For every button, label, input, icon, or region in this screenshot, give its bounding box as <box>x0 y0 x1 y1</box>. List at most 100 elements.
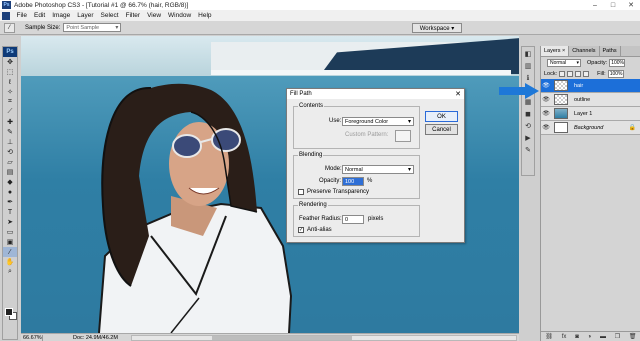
opacity-input[interactable]: 100 <box>342 177 364 186</box>
foreground-color-swatch[interactable] <box>5 308 13 316</box>
title-bar: Ps Adobe Photoshop CS3 - [Tutorial #1 @ … <box>0 0 640 10</box>
lasso-tool-icon[interactable]: ℓ <box>3 77 17 87</box>
new-layer-icon[interactable]: ❐ <box>615 333 620 340</box>
custom-pattern-picker[interactable] <box>395 130 411 142</box>
tab-layers[interactable]: Layers × <box>541 46 570 56</box>
slice-tool-icon[interactable]: ⟋ <box>3 107 17 117</box>
sample-size-select[interactable]: Point Sample <box>63 23 122 32</box>
blur-tool-icon[interactable]: ◆ <box>3 177 17 187</box>
tab-channels[interactable]: Channels <box>569 46 600 56</box>
minimize-button[interactable]: – <box>586 0 604 10</box>
lock-transparency-icon[interactable] <box>559 70 566 77</box>
styles-panel-icon[interactable]: ◼ <box>522 108 534 119</box>
new-group-icon[interactable]: ▬ <box>600 334 606 340</box>
zoom-tool-icon[interactable]: ⌕ <box>3 267 17 277</box>
toolbox: Ps ✥ ⬚ ℓ ✧ ⌗ ⟋ ✚ ✎ ⊥ ⟲ ▱ ▤ ◆ ● ✒ T ➤ ▭ ▣… <box>2 46 18 340</box>
layer-row-layer-1[interactable]: 👁 Layer 1 <box>541 107 640 121</box>
menu-select[interactable]: Select <box>97 12 122 19</box>
menu-window[interactable]: Window <box>165 12 195 19</box>
layer-row-hair[interactable]: 👁 hair <box>541 79 640 93</box>
adjustment-layer-icon[interactable]: ◑ <box>588 334 592 340</box>
eyedropper-tool-preset-icon[interactable]: ⁄ <box>4 22 15 33</box>
close-button[interactable]: ✕ <box>622 0 640 10</box>
panel-tabs: Layers × Channels Paths <box>541 46 640 57</box>
eraser-tool-icon[interactable]: ▱ <box>3 157 17 167</box>
navigator-panel-icon[interactable]: ◧ <box>522 48 534 59</box>
anti-alias-label: Anti-alias <box>307 227 332 233</box>
fill-input[interactable]: 100% <box>607 69 624 78</box>
gradient-tool-icon[interactable]: ▤ <box>3 167 17 177</box>
layer-style-icon[interactable]: fx <box>562 334 567 340</box>
healing-brush-tool-icon[interactable]: ✚ <box>3 117 17 127</box>
hand-tool-icon[interactable]: ✋ <box>3 257 17 267</box>
info-panel-icon[interactable]: ℹ <box>522 72 534 83</box>
opacity-label: Opacity: <box>587 59 608 66</box>
menu-edit[interactable]: Edit <box>30 12 48 19</box>
mode-select[interactable]: Normal <box>342 165 414 174</box>
visibility-eye-icon[interactable]: 👁 <box>541 110 551 117</box>
contents-group: Contents <box>293 103 420 149</box>
preserve-transparency-label: Preserve Transparency <box>307 189 370 195</box>
preserve-transparency-checkbox[interactable] <box>298 189 304 195</box>
notes-tool-icon[interactable]: ▣ <box>3 237 17 247</box>
layer-thumbnail <box>554 80 568 91</box>
type-tool-icon[interactable]: T <box>3 207 17 217</box>
layer-row-background[interactable]: 👁 Background 🔒 <box>541 121 640 135</box>
lock-all-icon[interactable] <box>583 70 590 77</box>
horizontal-scrollbar[interactable] <box>131 335 517 341</box>
crop-tool-icon[interactable]: ⌗ <box>3 97 17 107</box>
visibility-eye-icon[interactable]: 👁 <box>541 82 551 89</box>
anti-alias-checkbox[interactable]: ✓ <box>298 227 304 233</box>
menu-file[interactable]: File <box>13 12 30 19</box>
path-selection-tool-icon[interactable]: ➤ <box>3 217 17 227</box>
opacity-input[interactable]: 100% <box>609 58 626 67</box>
move-tool-icon[interactable]: ✥ <box>3 57 17 67</box>
workspace-button[interactable]: Workspace ▾ <box>412 23 462 33</box>
magic-wand-tool-icon[interactable]: ✧ <box>3 87 17 97</box>
eyedropper-tool-icon[interactable]: ⁄ <box>3 247 17 257</box>
layer-thumbnail <box>554 122 568 133</box>
menu-help[interactable]: Help <box>195 12 215 19</box>
menu-image[interactable]: Image <box>49 12 74 19</box>
use-select[interactable]: Foreground Color <box>342 117 414 126</box>
document-icon[interactable] <box>2 11 10 20</box>
clone-stamp-tool-icon[interactable]: ⊥ <box>3 137 17 147</box>
add-mask-icon[interactable]: ◙ <box>575 334 579 340</box>
maximize-button[interactable]: □ <box>604 0 622 10</box>
menu-view[interactable]: View <box>144 12 165 19</box>
brush-tool-icon[interactable]: ✎ <box>3 127 17 137</box>
visibility-eye-icon[interactable]: 👁 <box>541 124 551 131</box>
visibility-eye-icon[interactable]: 👁 <box>541 96 551 103</box>
history-brush-tool-icon[interactable]: ⟲ <box>3 147 17 157</box>
scrollbar-thumb[interactable] <box>212 336 352 340</box>
actions-panel-icon[interactable]: ▶ <box>522 132 534 143</box>
blend-mode-select[interactable]: Normal <box>547 58 581 67</box>
dialog-close-icon[interactable]: ✕ <box>455 90 461 98</box>
link-layers-icon[interactable]: ⛓ <box>545 333 553 340</box>
dialog-title: Fill Path <box>287 89 464 99</box>
layer-name: Background <box>574 124 604 131</box>
menu-filter[interactable]: Filter <box>122 12 143 19</box>
dodge-tool-icon[interactable]: ● <box>3 187 17 197</box>
zoom-level[interactable]: 66.67% <box>21 334 43 341</box>
tab-paths[interactable]: Paths <box>600 46 621 56</box>
cancel-button[interactable]: Cancel <box>425 124 458 135</box>
feather-radius-input[interactable]: 0 <box>342 215 364 224</box>
sample-size-label: Sample Size: <box>25 24 61 31</box>
window-title: Adobe Photoshop CS3 - [Tutorial #1 @ 66.… <box>14 1 189 9</box>
document-size: Doc: 24.9M/46.2M <box>73 334 118 341</box>
custom-pattern-label: Custom Pattern: <box>345 132 389 138</box>
marquee-tool-icon[interactable]: ⬚ <box>3 67 17 77</box>
pen-tool-icon[interactable]: ✒ <box>3 197 17 207</box>
delete-layer-icon[interactable]: 🗑 <box>629 333 637 340</box>
tool-presets-panel-icon[interactable]: ✎ <box>522 144 534 155</box>
lock-position-icon[interactable] <box>575 70 582 77</box>
menu-layer[interactable]: Layer <box>74 12 97 19</box>
history-panel-icon[interactable]: ⟲ <box>522 120 534 131</box>
layers-panel-footer: ⛓ fx ◙ ◑ ▬ ❐ 🗑 <box>541 331 640 341</box>
lock-pixels-icon[interactable] <box>567 70 574 77</box>
rectangle-tool-icon[interactable]: ▭ <box>3 227 17 237</box>
ok-button[interactable]: OK <box>425 111 458 122</box>
layer-row-outline[interactable]: 👁 outline <box>541 93 640 107</box>
histogram-panel-icon[interactable]: ▥ <box>522 60 534 71</box>
